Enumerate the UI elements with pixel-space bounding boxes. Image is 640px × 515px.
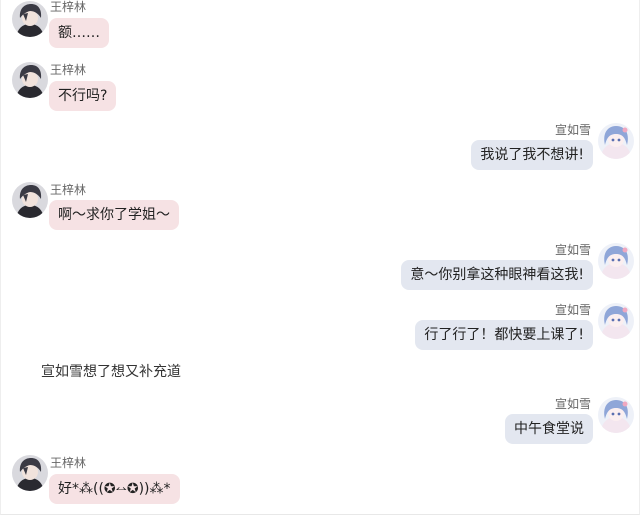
- avatar-blue-hair-girl-image: [598, 123, 634, 159]
- sender-name: 宣如雪: [554, 397, 591, 411]
- chat-message-right: 宣如雪 中午食堂说: [1, 394, 640, 450]
- chat-message-left: 王梓林 不行吗?: [1, 60, 640, 116]
- message-bubble: 中午食堂说: [505, 414, 593, 444]
- chat-message-left: 王梓林 啊～求你了学姐～: [1, 180, 640, 236]
- message-bubble: 行了行了！都快要上课了!: [415, 320, 593, 350]
- sender-name: 宣如雪: [554, 303, 591, 317]
- sender-name: 王梓林: [50, 0, 87, 14]
- sender-name: 王梓林: [50, 183, 87, 197]
- avatar-wangzilin[interactable]: [12, 62, 48, 98]
- avatar-dark-hair-boy-image: [12, 455, 48, 491]
- avatar-xuanruxue[interactable]: [598, 397, 634, 433]
- avatar-blue-hair-girl-image: [598, 243, 634, 279]
- chat-message-right: 宣如雪 意～你别拿这种眼神看这我!: [1, 240, 640, 296]
- message-bubble: 额……: [49, 18, 109, 48]
- avatar-wangzilin[interactable]: [12, 1, 48, 37]
- avatar-blue-hair-girl-image: [598, 397, 634, 433]
- avatar-dark-hair-boy-image: [12, 1, 48, 37]
- message-bubble: 意～你别拿这种眼神看这我!: [401, 260, 593, 290]
- chat-message-right: 宣如雪 我说了我不想讲!: [1, 120, 640, 176]
- message-bubble: 好*⁂((✪⥎✪))⁂*: [49, 474, 180, 504]
- sender-name: 宣如雪: [554, 243, 591, 257]
- chat-message-right: 宣如雪 行了行了！都快要上课了!: [1, 300, 640, 356]
- avatar-xuanruxue[interactable]: [598, 303, 634, 339]
- message-bubble: 我说了我不想讲!: [471, 140, 593, 170]
- message-bubble: 不行吗?: [49, 81, 117, 111]
- sender-name: 王梓林: [50, 456, 87, 470]
- avatar-wangzilin[interactable]: [12, 182, 48, 218]
- chat-transcript: 王梓林 额…… 王梓林 不行吗? 宣如雪 我说了我不想讲! 王梓林 啊～求你了学…: [0, 0, 640, 515]
- avatar-xuanruxue[interactable]: [598, 123, 634, 159]
- sender-name: 宣如雪: [554, 123, 591, 137]
- sender-name: 王梓林: [50, 63, 87, 77]
- avatar-dark-hair-boy-image: [12, 62, 48, 98]
- avatar-dark-hair-boy-image: [12, 182, 48, 218]
- chat-message-left: 王梓林 额……: [1, 0, 640, 56]
- avatar-xuanruxue[interactable]: [598, 243, 634, 279]
- message-bubble: 啊～求你了学姐～: [49, 200, 179, 230]
- avatar-wangzilin[interactable]: [12, 455, 48, 491]
- avatar-blue-hair-girl-image: [598, 303, 634, 339]
- narration-text: 宣如雪想了想又补充道: [41, 364, 181, 380]
- chat-message-left: 王梓林 好*⁂((✪⥎✪))⁂*: [1, 453, 640, 509]
